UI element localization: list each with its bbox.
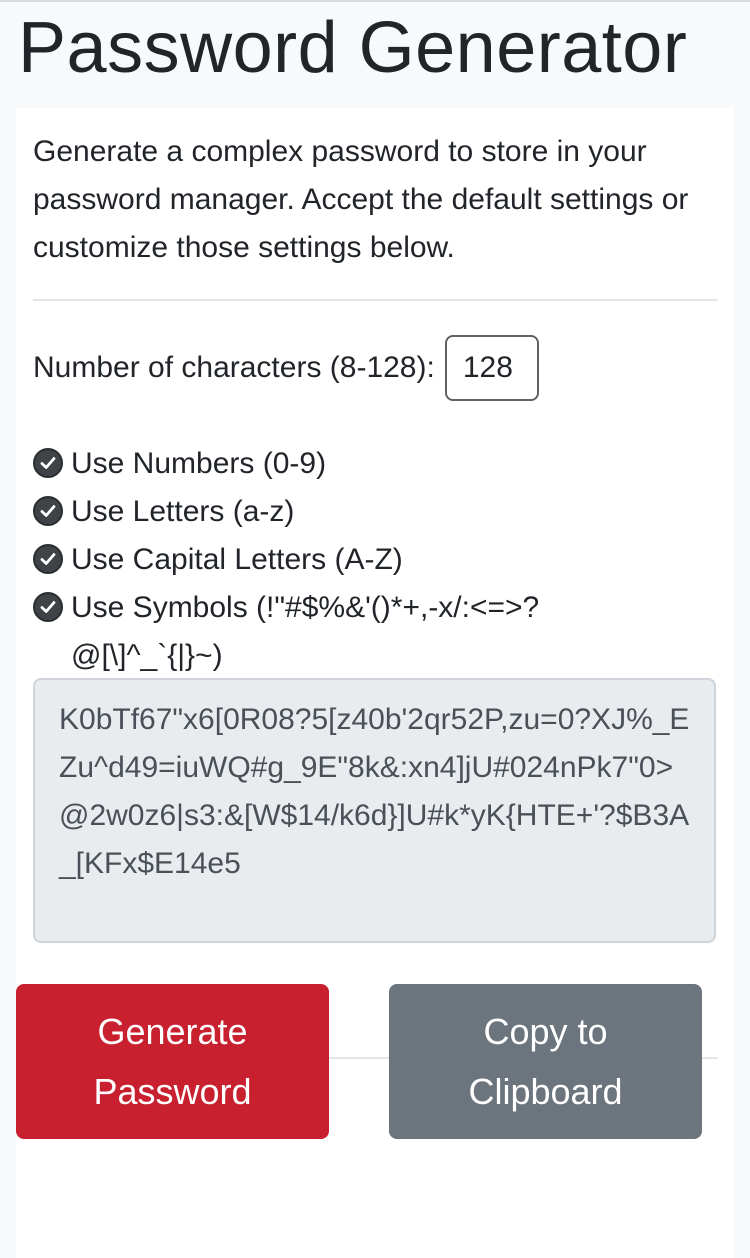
checkbox-checked-icon[interactable] xyxy=(33,544,63,574)
option-symbols-label-line2: @[\]^_`{|}~) xyxy=(71,639,223,672)
length-input[interactable] xyxy=(444,335,539,401)
option-numbers[interactable]: Use Numbers (0-9) xyxy=(33,440,723,488)
option-symbols[interactable]: Use Symbols (!"#$%&'()*+,-x/:<=>? @[\]^_… xyxy=(33,584,723,680)
options-list: Use Numbers (0-9) Use Letters (a-z) Use … xyxy=(33,440,723,680)
page-title: Password Generator xyxy=(18,8,688,88)
option-capitals[interactable]: Use Capital Letters (A-Z) xyxy=(33,536,723,584)
top-divider xyxy=(0,0,750,2)
intro-text: Generate a complex password to store in … xyxy=(33,135,689,264)
generate-password-button[interactable]: Generate Password xyxy=(16,984,329,1139)
option-symbols-label: Use Symbols (!"#$%&'()*+,-x/:<=>? @[\]^_… xyxy=(71,584,723,680)
checkbox-checked-icon[interactable] xyxy=(33,448,63,478)
option-capitals-label: Use Capital Letters (A-Z) xyxy=(71,543,403,576)
option-letters[interactable]: Use Letters (a-z) xyxy=(33,488,723,536)
option-letters-label: Use Letters (a-z) xyxy=(71,495,295,528)
checkbox-checked-icon[interactable] xyxy=(33,592,63,622)
option-symbols-label-line1: Use Symbols (!"#$%&'()*+,-x/:<=>? xyxy=(71,591,540,624)
length-row: Number of characters (8-128): xyxy=(33,334,539,402)
option-numbers-label: Use Numbers (0-9) xyxy=(71,447,327,480)
checkbox-checked-icon[interactable] xyxy=(33,496,63,526)
copy-to-clipboard-button[interactable]: Copy to Clipboard xyxy=(389,984,702,1139)
password-output[interactable]: K0bTf67"x6[0R08?5[z40b'2qr52P,zu=0?XJ%_E… xyxy=(33,678,716,943)
divider-top xyxy=(33,299,718,301)
length-label: Number of characters (8-128): xyxy=(33,351,435,384)
